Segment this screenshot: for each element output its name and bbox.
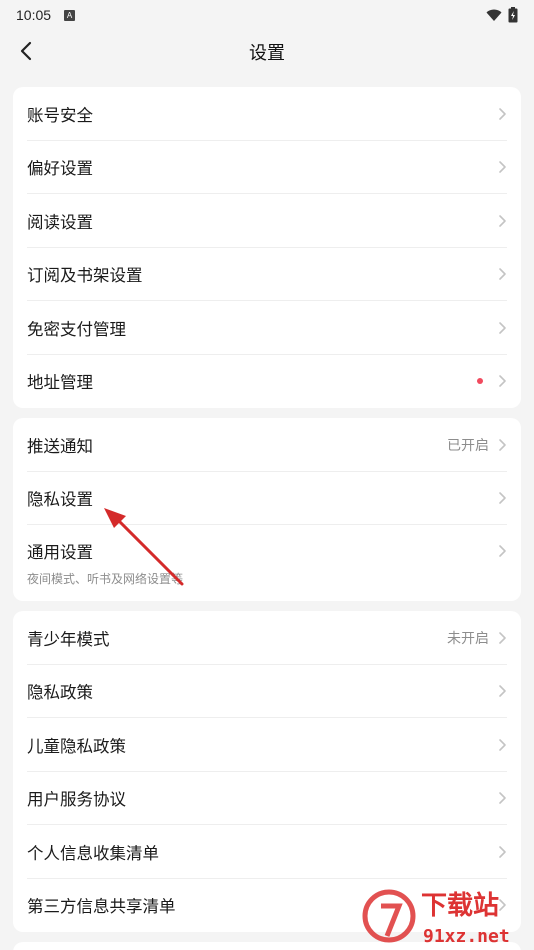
watermark-logo: 下载站 91xz.net bbox=[362, 889, 510, 947]
chevron-right-icon bbox=[499, 685, 506, 698]
chevron-right-icon bbox=[499, 492, 506, 505]
children-privacy-policy-row[interactable]: 儿童隐私政策 bbox=[13, 718, 521, 772]
push-status-value: 已开启 bbox=[447, 437, 489, 454]
chevron-right-icon bbox=[499, 161, 506, 174]
teen-mode-status-value: 未开启 bbox=[447, 630, 489, 647]
row-label: 免密支付管理 bbox=[27, 319, 126, 339]
row-label: 青少年模式 bbox=[27, 629, 110, 649]
password-free-payment-row[interactable]: 免密支付管理 bbox=[13, 301, 521, 355]
row-label: 偏好设置 bbox=[27, 159, 93, 179]
address-management-row[interactable]: 地址管理 bbox=[13, 355, 521, 409]
row-label: 儿童隐私政策 bbox=[27, 736, 126, 756]
chevron-right-icon bbox=[499, 792, 506, 805]
row-label: 第三方信息共享清单 bbox=[27, 897, 176, 917]
row-label: 阅读设置 bbox=[27, 212, 93, 232]
personal-info-list-row[interactable]: 个人信息收集清单 bbox=[13, 825, 521, 879]
chevron-right-icon bbox=[499, 845, 506, 858]
watermark-text-line1: 下载站 bbox=[421, 891, 499, 921]
subscription-shelf-settings-row[interactable]: 订阅及书架设置 bbox=[13, 248, 521, 302]
settings-group-general: 推送通知 已开启 隐私设置 通用设置 夜间模式、听书及网络设置等 bbox=[13, 418, 521, 601]
settings-group-account: 账号安全 偏好设置 阅读设置 订阅及书架设置 免密支付管理 地址管理 bbox=[13, 87, 521, 408]
chevron-right-icon bbox=[499, 375, 506, 388]
privacy-settings-row[interactable]: 隐私设置 bbox=[13, 472, 521, 526]
row-label: 隐私政策 bbox=[27, 683, 93, 703]
chevron-right-icon bbox=[499, 214, 506, 227]
status-bar: 10:05 A bbox=[0, 0, 534, 30]
row-label: 推送通知 bbox=[27, 436, 93, 456]
page-title: 设置 bbox=[249, 43, 285, 64]
row-label: 用户服务协议 bbox=[27, 790, 126, 810]
user-service-agreement-row[interactable]: 用户服务协议 bbox=[13, 772, 521, 826]
watermark-text-line2: 91xz.net bbox=[423, 926, 510, 947]
push-notification-row[interactable]: 推送通知 已开启 bbox=[13, 418, 521, 472]
status-time: 10:05 bbox=[16, 7, 52, 23]
row-label: 账号安全 bbox=[27, 105, 93, 125]
chevron-right-icon bbox=[499, 321, 506, 334]
battery-icon bbox=[508, 7, 518, 23]
chevron-right-icon bbox=[499, 268, 506, 281]
general-settings-row[interactable]: 通用设置 夜间模式、听书及网络设置等 bbox=[13, 525, 521, 601]
reading-settings-row[interactable]: 阅读设置 bbox=[13, 194, 521, 248]
teen-mode-row[interactable]: 青少年模式 未开启 bbox=[13, 611, 521, 665]
back-chevron-left-icon[interactable] bbox=[16, 40, 38, 62]
privacy-policy-row[interactable]: 隐私政策 bbox=[13, 665, 521, 719]
chevron-right-icon bbox=[499, 631, 506, 644]
wifi-icon bbox=[486, 9, 502, 21]
row-label: 个人信息收集清单 bbox=[27, 843, 159, 863]
nav-bar: 设置 bbox=[0, 30, 534, 74]
notification-app-icon: A bbox=[64, 9, 76, 21]
status-right bbox=[486, 7, 518, 23]
account-security-row[interactable]: 账号安全 bbox=[13, 87, 521, 141]
preference-settings-row[interactable]: 偏好设置 bbox=[13, 141, 521, 195]
row-label: 地址管理 bbox=[27, 373, 93, 393]
red-dot-badge bbox=[477, 378, 483, 385]
row-subtitle: 夜间模式、听书及网络设置等 bbox=[27, 572, 184, 586]
chevron-right-icon bbox=[499, 438, 506, 451]
chevron-right-icon bbox=[499, 545, 506, 557]
chevron-right-icon bbox=[499, 107, 506, 120]
row-label: 隐私设置 bbox=[27, 490, 93, 510]
row-label: 订阅及书架设置 bbox=[27, 266, 143, 286]
row-label: 通用设置 bbox=[27, 543, 93, 562]
chevron-right-icon bbox=[499, 738, 506, 751]
